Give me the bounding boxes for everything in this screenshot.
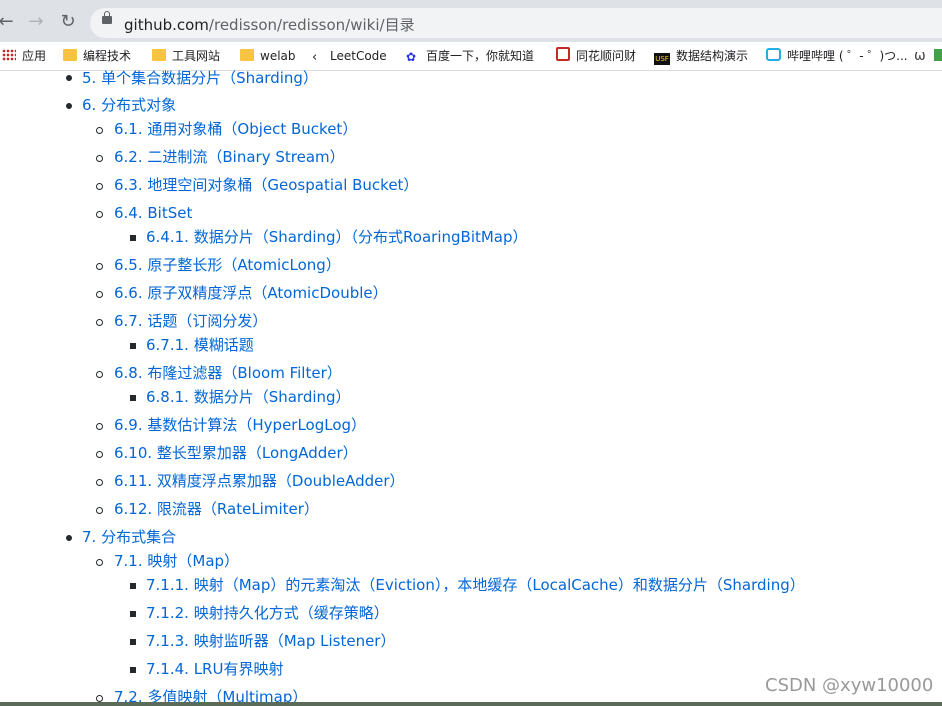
bookmark-folder-programming[interactable]: 编程技术 — [63, 47, 131, 65]
lock-icon — [102, 11, 112, 24]
list-bullet — [96, 183, 103, 190]
url-text[interactable]: github.com/redisson/redisson/wiki/目录 — [124, 14, 415, 35]
tonghuashun-icon — [556, 47, 570, 61]
list-bullet — [66, 535, 72, 541]
folder-icon — [152, 49, 166, 61]
bookmark-label: 工具网站 — [172, 49, 221, 63]
toc-link[interactable]: 6.1. 通用对象桶（Object Bucket） — [114, 119, 357, 139]
bookmark-data-structures[interactable]: USF 数据结构演示 — [654, 47, 748, 65]
toc-link[interactable]: 7.1.1. 映射（Map）的元素淘汰（Eviction），本地缓存（Local… — [146, 575, 805, 595]
list-bullet — [96, 155, 103, 162]
list-bullet — [96, 479, 103, 486]
toc-link[interactable]: 6.7. 话题（订阅分发） — [114, 311, 267, 331]
baidu-icon: ✿ — [406, 50, 417, 64]
toc-link[interactable]: 7. 分布式集合 — [82, 527, 176, 547]
toc-link[interactable]: 6.12. 限流器（RateLimiter） — [114, 499, 319, 519]
toc-link[interactable]: 7.1. 映射（Map） — [114, 551, 239, 571]
apps-grid-icon — [2, 49, 16, 61]
taskbar-strip — [0, 702, 942, 706]
toc-link[interactable]: 6. 分布式对象 — [82, 95, 176, 115]
toc-link[interactable]: 7.1.3. 映射监听器（Map Listener） — [146, 631, 395, 651]
reload-icon[interactable]: ↻ — [58, 12, 78, 32]
list-bullet — [96, 451, 103, 458]
bookmark-tonghuashun[interactable]: 同花顺问财 — [556, 47, 636, 65]
list-bullet — [130, 235, 136, 241]
toc-link[interactable]: 6.8.1. 数据分片（Sharding） — [146, 387, 351, 407]
list-bullet — [130, 583, 136, 589]
list-bullet — [96, 695, 103, 702]
toc-link[interactable]: 6.10. 整长型累加器（LongAdder） — [114, 443, 358, 463]
toc-link[interactable]: 6.9. 基数估计算法（HyperLogLog） — [114, 415, 366, 435]
leetcode-icon: ‹ — [312, 50, 318, 65]
bookmark-label: 同花顺问财 — [576, 49, 637, 63]
browser-toolbar: ← → ↻ github.com/redisson/redisson/wiki/… — [0, 0, 942, 42]
list-bullet — [96, 291, 103, 298]
toc-link[interactable]: 6.7.1. 模糊话题 — [146, 335, 254, 355]
toc-link[interactable]: 6.2. 二进制流（Binary Stream） — [114, 147, 345, 167]
list-bullet — [96, 263, 103, 270]
green-bookmark-icon — [934, 49, 942, 61]
address-bar[interactable]: github.com/redisson/redisson/wiki/目录 — [90, 8, 942, 38]
list-bullet — [96, 371, 103, 378]
bookmark-label: LeetCode — [330, 49, 387, 63]
toc-link[interactable]: 7.1.4. LRU有界映射 — [146, 659, 283, 679]
bookmark-label: 数据结构演示 — [676, 49, 749, 63]
overflow-bookmark-icon[interactable]: ω — [914, 47, 926, 65]
toc-link[interactable]: 6.4.1. 数据分片（Sharding）（分布式RoaringBitMap） — [146, 227, 528, 247]
list-bullet — [96, 507, 103, 514]
bookmark-label: welab — [260, 49, 296, 63]
toc-link[interactable]: 7.1.2. 映射持久化方式（缓存策略） — [146, 603, 389, 623]
bookmark-label: 应用 — [22, 49, 47, 63]
bookmark-label: 百度一下，你就知道 — [426, 49, 535, 63]
folder-icon — [240, 49, 254, 61]
bookmark-apps[interactable]: 应用 — [2, 47, 46, 65]
url-host: github.com — [124, 16, 209, 34]
list-bullet — [96, 127, 103, 134]
toc-link[interactable]: 6.5. 原子整长形（AtomicLong） — [114, 255, 341, 275]
list-bullet — [130, 343, 136, 349]
list-bullet — [66, 103, 72, 109]
bookmark-label: 编程技术 — [83, 49, 132, 63]
back-arrow-icon[interactable]: ← — [0, 12, 16, 32]
list-bullet — [96, 423, 103, 430]
bookmark-edge[interactable] — [934, 47, 942, 65]
bookmarks-bar: 应用 编程技术 工具网站 welab ‹ LeetCode ✿ 百度一下，你就知道 … — [0, 42, 942, 71]
usfca-icon: USF — [654, 53, 670, 65]
toc-link[interactable]: 6.4. BitSet — [114, 203, 192, 223]
list-bullet — [96, 211, 103, 218]
bookmark-leetcode[interactable]: ‹ LeetCode — [312, 47, 387, 65]
toc-link[interactable]: 6.8. 布隆过滤器（Bloom Filter） — [114, 363, 342, 383]
list-bullet — [96, 559, 103, 566]
csdn-watermark: CSDN @xyw10000 — [765, 675, 934, 696]
url-path: /redisson/redisson/wiki/目录 — [208, 16, 415, 34]
bookmark-baidu[interactable]: ✿ 百度一下，你就知道 — [406, 47, 534, 65]
list-bullet — [130, 395, 136, 401]
list-bullet — [130, 667, 136, 673]
forward-arrow-icon[interactable]: → — [26, 12, 46, 32]
bilibili-icon — [766, 48, 781, 61]
bookmark-bilibili[interactable]: 哔哩哔哩 ( ゜- ゜)つ... — [766, 47, 908, 65]
bookmark-folder-welab[interactable]: welab — [240, 47, 296, 65]
toc-link[interactable]: 5. 单个集合数据分片（Sharding） — [82, 70, 318, 88]
list-bullet — [130, 611, 136, 617]
toc-link[interactable]: 6.6. 原子双精度浮点（AtomicDouble） — [114, 283, 388, 303]
list-bullet — [130, 639, 136, 645]
bookmark-folder-tools[interactable]: 工具网站 — [152, 47, 220, 65]
wiki-toc: 5. 单个集合数据分片（Sharding） 6. 分布式对象 6.1. 通用对象… — [0, 70, 942, 706]
folder-icon — [63, 49, 77, 61]
toc-link[interactable]: 6.3. 地理空间对象桶（Geospatial Bucket） — [114, 175, 418, 195]
list-bullet — [66, 75, 72, 81]
bookmark-label: 哔哩哔哩 ( ゜- ゜)つ... — [787, 49, 908, 63]
list-bullet — [96, 319, 103, 326]
toc-link[interactable]: 6.11. 双精度浮点累加器（DoubleAdder） — [114, 471, 405, 491]
